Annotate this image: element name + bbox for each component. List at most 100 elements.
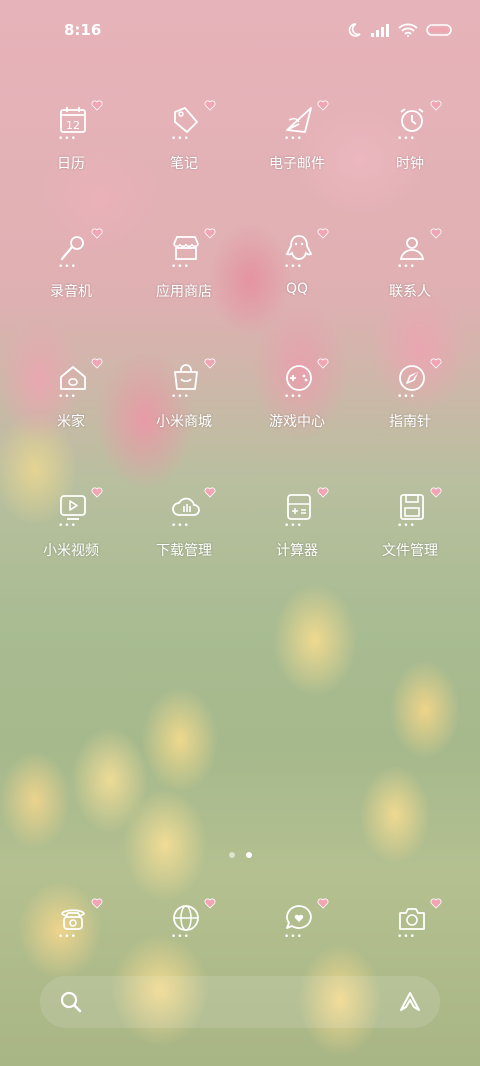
app-email[interactable]: ••• 电子邮件 bbox=[242, 100, 352, 194]
dots: ••• bbox=[171, 134, 190, 144]
dots: ••• bbox=[58, 392, 77, 402]
heart-badge-icon bbox=[204, 354, 216, 369]
assistant-icon[interactable] bbox=[398, 990, 422, 1018]
home-icon bbox=[57, 362, 89, 394]
heart-badge-icon bbox=[91, 894, 103, 909]
dots: ••• bbox=[284, 134, 303, 144]
status-icons bbox=[346, 22, 454, 38]
heart-badge-icon bbox=[430, 483, 442, 498]
notes-tag-icon bbox=[170, 104, 202, 136]
alarm-clock-icon bbox=[396, 104, 428, 136]
app-file-manager[interactable]: ••• 文件管理 bbox=[355, 487, 465, 581]
app-calculator[interactable]: ••• 计算器 bbox=[242, 487, 352, 581]
app-label: 米家 bbox=[57, 414, 85, 430]
calendar-icon: 12 bbox=[57, 104, 89, 136]
heart-badge-icon bbox=[204, 224, 216, 239]
phone-icon bbox=[57, 902, 89, 934]
app-label: 应用商店 bbox=[156, 284, 212, 300]
app-label: 游戏中心 bbox=[269, 414, 325, 430]
page-dot-active[interactable] bbox=[246, 852, 252, 858]
folder-icon bbox=[396, 491, 428, 523]
dots: ••• bbox=[58, 932, 77, 942]
app-label: 下载管理 bbox=[156, 543, 212, 559]
app-label: 联系人 bbox=[389, 284, 431, 300]
app-label: 小米视频 bbox=[43, 543, 99, 559]
app-label: 指南针 bbox=[389, 414, 431, 430]
battery-icon bbox=[426, 23, 454, 37]
dots: ••• bbox=[284, 932, 303, 942]
heart-badge-icon bbox=[204, 894, 216, 909]
dots: ••• bbox=[397, 932, 416, 942]
heart-badge-icon bbox=[317, 224, 329, 239]
app-label: 日历 bbox=[57, 156, 85, 172]
dots: ••• bbox=[58, 521, 77, 531]
microphone-icon bbox=[57, 232, 89, 264]
app-mijia[interactable]: ••• 米家 bbox=[16, 358, 126, 452]
heart-badge-icon bbox=[204, 96, 216, 111]
dots: ••• bbox=[397, 262, 416, 272]
camera-icon bbox=[396, 902, 428, 934]
app-store[interactable]: ••• 应用商店 bbox=[129, 228, 239, 322]
search-icon[interactable] bbox=[60, 991, 82, 1017]
app-compass[interactable]: ••• 指南针 bbox=[355, 358, 465, 452]
app-game-center[interactable]: ••• 游戏中心 bbox=[242, 358, 352, 452]
dots: ••• bbox=[397, 134, 416, 144]
app-label: 文件管理 bbox=[382, 543, 438, 559]
dots: ••• bbox=[171, 392, 190, 402]
heart-badge-icon bbox=[91, 354, 103, 369]
app-mi-video[interactable]: ••• 小米视频 bbox=[16, 487, 126, 581]
dots: ••• bbox=[397, 521, 416, 531]
video-play-icon bbox=[57, 491, 89, 523]
app-mi-store[interactable]: ••• 小米商城 bbox=[129, 358, 239, 452]
heart-badge-icon bbox=[430, 224, 442, 239]
compass-icon bbox=[396, 362, 428, 394]
dots: ••• bbox=[171, 932, 190, 942]
store-icon bbox=[170, 232, 202, 264]
heart-badge-icon bbox=[91, 483, 103, 498]
status-time: 8:16 bbox=[64, 21, 102, 39]
heart-badge-icon bbox=[317, 354, 329, 369]
heart-badge-icon bbox=[317, 894, 329, 909]
gamepad-icon bbox=[283, 362, 315, 394]
page-dot[interactable] bbox=[229, 852, 235, 858]
app-label: 小米商城 bbox=[156, 414, 212, 430]
calendar-day: 12 bbox=[66, 119, 80, 132]
dots: ••• bbox=[397, 392, 416, 402]
heart-badge-icon bbox=[91, 96, 103, 111]
app-contacts[interactable]: ••• 联系人 bbox=[355, 228, 465, 322]
dots: ••• bbox=[58, 134, 77, 144]
dots: ••• bbox=[284, 521, 303, 531]
app-clock[interactable]: ••• 时钟 bbox=[355, 100, 465, 194]
search-bar[interactable] bbox=[40, 976, 440, 1028]
cloud-download-icon bbox=[170, 491, 202, 523]
app-downloads[interactable]: ••• 下载管理 bbox=[129, 487, 239, 581]
heart-badge-icon bbox=[317, 483, 329, 498]
email-icon bbox=[283, 104, 315, 136]
heart-badge-icon bbox=[204, 483, 216, 498]
app-notes[interactable]: ••• 笔记 bbox=[129, 100, 239, 194]
app-label: 笔记 bbox=[170, 156, 198, 172]
page-indicator bbox=[229, 852, 252, 858]
wifi-icon bbox=[398, 23, 418, 37]
heart-badge-icon bbox=[430, 354, 442, 369]
dots: ••• bbox=[284, 262, 303, 272]
dots: ••• bbox=[171, 521, 190, 531]
signal-icon bbox=[370, 23, 390, 37]
shop-bag-icon bbox=[170, 362, 202, 394]
contacts-icon bbox=[396, 232, 428, 264]
app-label: 计算器 bbox=[276, 543, 318, 559]
dots: ••• bbox=[284, 392, 303, 402]
app-calendar[interactable]: 12 ••• 日历 bbox=[16, 100, 126, 194]
heart-badge-icon bbox=[430, 96, 442, 111]
dots: ••• bbox=[171, 262, 190, 272]
app-recorder[interactable]: ••• 录音机 bbox=[16, 228, 126, 322]
moon-icon bbox=[346, 22, 362, 38]
heart-badge-icon bbox=[430, 894, 442, 909]
calculator-icon bbox=[283, 491, 315, 523]
status-bar: 8:16 bbox=[0, 0, 480, 60]
app-label: 录音机 bbox=[50, 284, 92, 300]
app-label: 电子邮件 bbox=[269, 156, 325, 172]
app-qq[interactable]: ••• QQ bbox=[242, 228, 352, 322]
app-label: 时钟 bbox=[396, 156, 424, 172]
message-icon bbox=[283, 902, 315, 934]
